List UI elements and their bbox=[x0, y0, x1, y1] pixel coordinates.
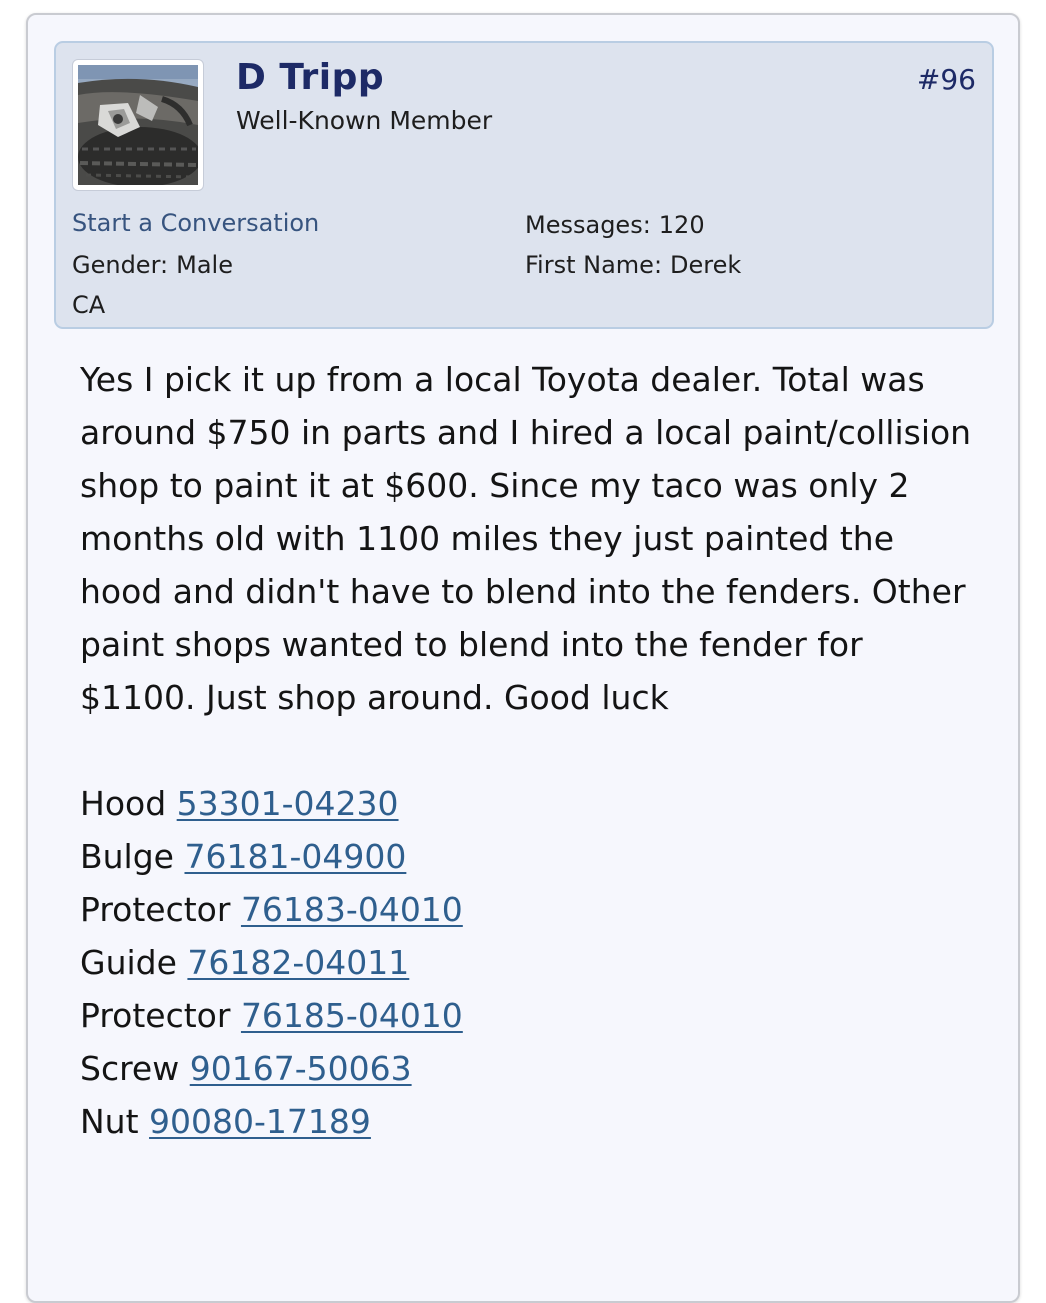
gender-value: Male bbox=[176, 251, 233, 279]
post-text: Yes I pick it up from a local Toyota dea… bbox=[80, 360, 972, 717]
part-row: Protector 76185-04010 bbox=[80, 989, 980, 1042]
part-number-link[interactable]: 76182-04011 bbox=[187, 943, 409, 982]
part-row: Nut 90080-17189 bbox=[80, 1095, 980, 1148]
start-conversation-link-wrap: Start a Conversation bbox=[72, 209, 319, 237]
author-location: CA bbox=[72, 291, 106, 319]
part-number-link[interactable]: 53301-04230 bbox=[177, 784, 399, 823]
author-title: Well-Known Member bbox=[236, 106, 493, 135]
post-number[interactable]: #96 bbox=[917, 63, 976, 96]
author-name[interactable]: D Tripp bbox=[236, 57, 384, 98]
gender-label: Gender: bbox=[72, 251, 169, 279]
start-conversation-link[interactable]: Start a Conversation bbox=[72, 209, 319, 237]
part-name: Hood bbox=[80, 784, 167, 823]
part-number-link[interactable]: 90080-17189 bbox=[149, 1102, 371, 1141]
part-name: Nut bbox=[80, 1102, 139, 1141]
author-info-panel: D Tripp Well-Known Member #96 Start a Co… bbox=[54, 41, 994, 329]
truck-wheel-avatar-icon bbox=[78, 65, 198, 185]
part-number-link[interactable]: 76181-04900 bbox=[184, 837, 406, 876]
part-number-link[interactable]: 76185-04010 bbox=[241, 996, 463, 1035]
part-number-link[interactable]: 90167-50063 bbox=[190, 1049, 412, 1088]
author-gender: Gender: Male bbox=[72, 251, 233, 279]
author-first-name: First Name: Derek bbox=[525, 251, 741, 279]
part-name: Protector bbox=[80, 890, 231, 929]
part-row: Guide 76182-04011 bbox=[80, 936, 980, 989]
part-row: Bulge 76181-04900 bbox=[80, 830, 980, 883]
author-messages: Messages: 120 bbox=[525, 211, 705, 239]
parts-list: Hood 53301-04230 Bulge 76181-04900 Prote… bbox=[80, 777, 980, 1148]
part-name: Guide bbox=[80, 943, 177, 982]
first-name-value: Derek bbox=[670, 251, 742, 279]
post-message-body: Yes I pick it up from a local Toyota dea… bbox=[80, 353, 980, 1148]
part-number-link[interactable]: 76183-04010 bbox=[241, 890, 463, 929]
first-name-label: First Name: bbox=[525, 251, 663, 279]
messages-label: Messages: bbox=[525, 211, 651, 239]
part-name: Bulge bbox=[80, 837, 174, 876]
messages-value: 120 bbox=[658, 211, 705, 239]
part-name: Screw bbox=[80, 1049, 180, 1088]
part-row: Screw 90167-50063 bbox=[80, 1042, 980, 1095]
part-row: Protector 76183-04010 bbox=[80, 883, 980, 936]
forum-post: D Tripp Well-Known Member #96 Start a Co… bbox=[26, 13, 1020, 1303]
author-avatar[interactable] bbox=[72, 59, 204, 191]
part-row: Hood 53301-04230 bbox=[80, 777, 980, 830]
part-name: Protector bbox=[80, 996, 231, 1035]
